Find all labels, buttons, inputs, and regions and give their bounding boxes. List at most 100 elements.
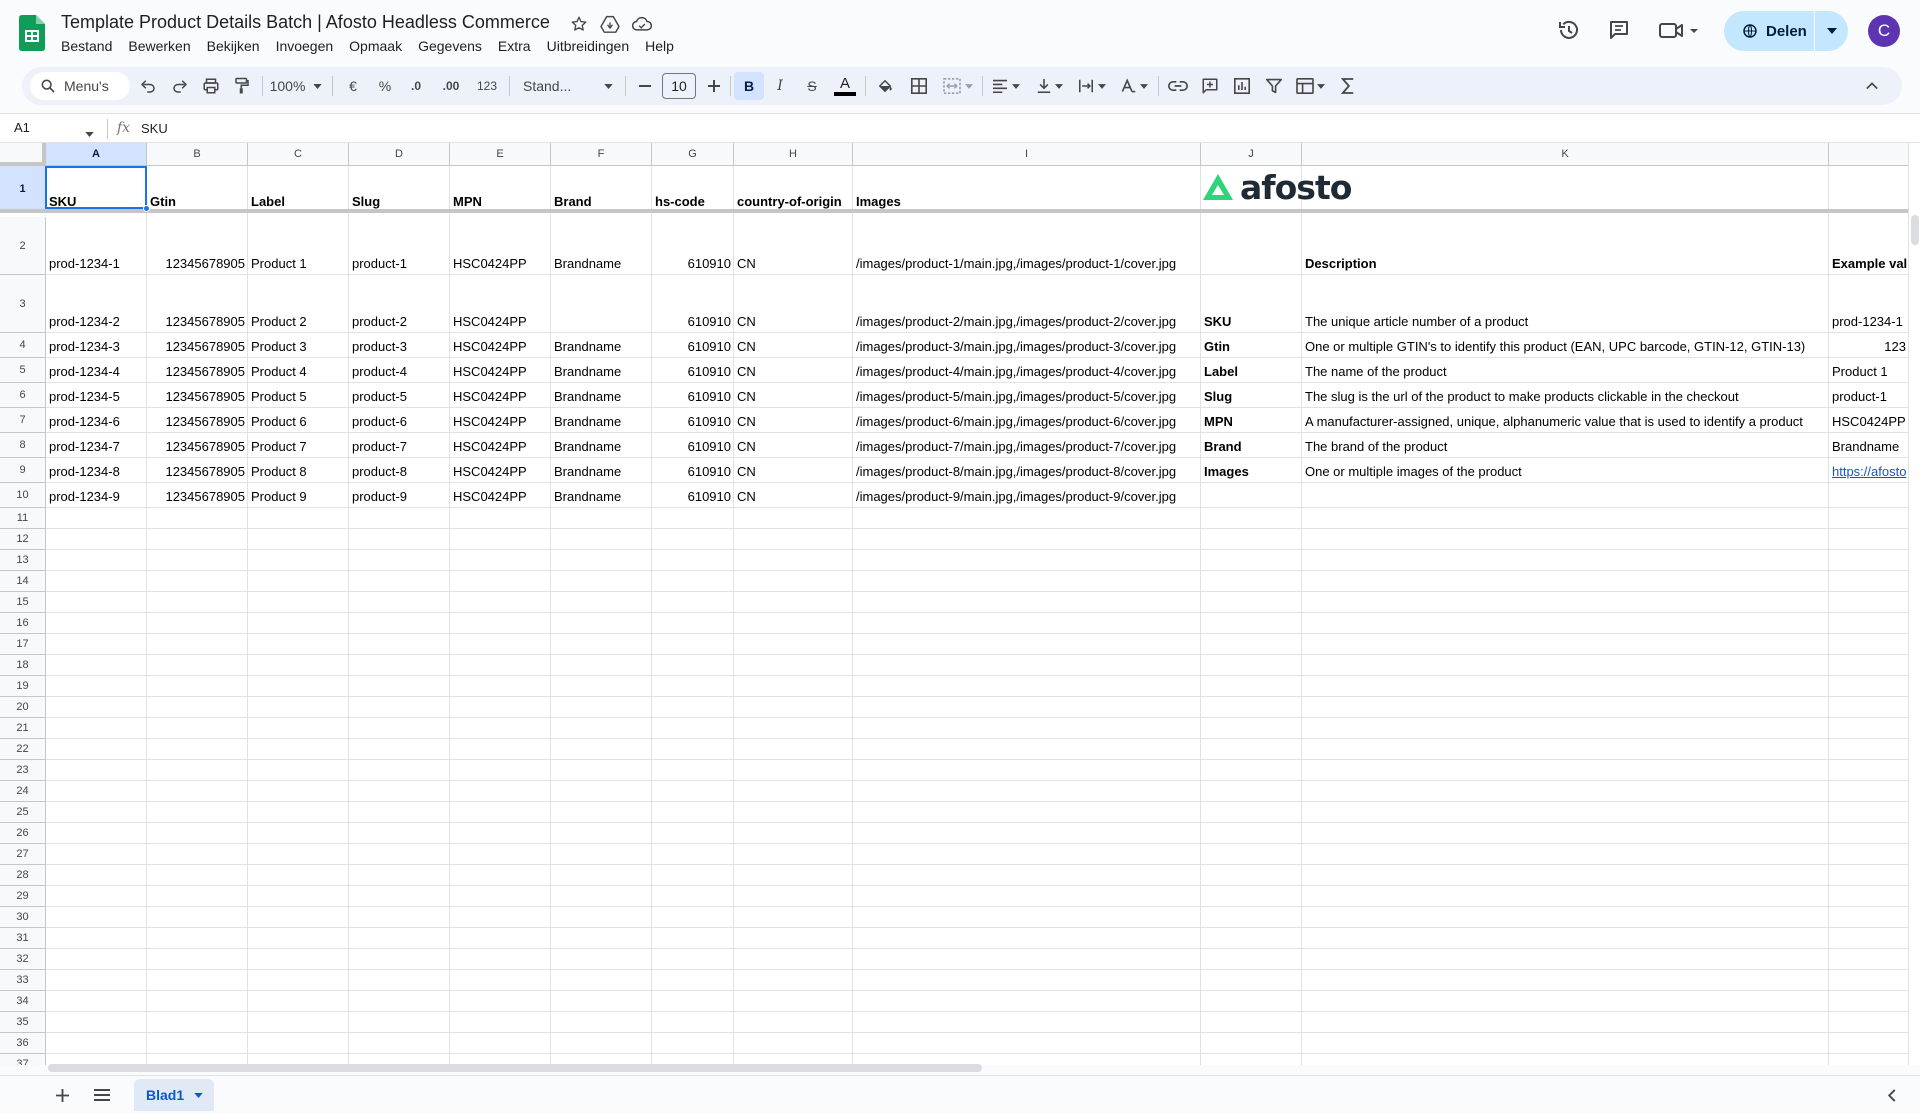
- bold-button[interactable]: B: [734, 72, 764, 100]
- product-cell[interactable]: Product 4: [248, 364, 349, 380]
- menu-uitbreidingen[interactable]: Uitbreidingen: [547, 38, 630, 54]
- product-cell[interactable]: product-8: [349, 464, 450, 480]
- product-cell[interactable]: 610910: [652, 339, 734, 355]
- legend-example-cell[interactable]: product-1: [1829, 389, 1908, 405]
- product-cell[interactable]: CN: [734, 364, 853, 380]
- row-header[interactable]: 1: [0, 166, 46, 213]
- product-cell[interactable]: product-7: [349, 439, 450, 455]
- product-cell[interactable]: Product 9: [248, 489, 349, 505]
- menu-extra[interactable]: Extra: [498, 38, 531, 54]
- row-header[interactable]: 35: [0, 1012, 46, 1033]
- row-header[interactable]: 8: [0, 433, 46, 458]
- product-cell[interactable]: /images/product-1/main.jpg,/images/produ…: [853, 256, 1201, 272]
- legend-description-header[interactable]: Description: [1302, 256, 1829, 272]
- paint-format-icon[interactable]: [228, 72, 256, 100]
- row-header[interactable]: 27: [0, 844, 46, 865]
- row-header[interactable]: 3: [0, 275, 46, 333]
- legend-field-cell[interactable]: MPN: [1201, 414, 1302, 430]
- product-cell[interactable]: 12345678905: [147, 464, 248, 480]
- vertical-scrollbar-thumb[interactable]: [1911, 215, 1919, 245]
- font-size-increase-button[interactable]: [702, 72, 726, 100]
- text-wrapping-icon[interactable]: [1074, 72, 1110, 100]
- product-cell[interactable]: prod-1234-4: [46, 364, 147, 380]
- fill-handle[interactable]: [143, 205, 150, 212]
- cloud-saved-icon[interactable]: [632, 14, 652, 34]
- menu-opmaak[interactable]: Opmaak: [349, 38, 402, 54]
- product-cell[interactable]: CN: [734, 414, 853, 430]
- product-cell[interactable]: Brandname: [551, 339, 652, 355]
- product-cell[interactable]: /images/product-3/main.jpg,/images/produ…: [853, 339, 1201, 355]
- column-header-b[interactable]: B: [147, 143, 248, 166]
- product-cell[interactable]: Product 7: [248, 439, 349, 455]
- product-cell[interactable]: Product 2: [248, 314, 349, 330]
- row-header[interactable]: 36: [0, 1033, 46, 1054]
- row-header[interactable]: 17: [0, 634, 46, 655]
- product-cell[interactable]: CN: [734, 439, 853, 455]
- legend-description-cell[interactable]: One or multiple GTIN's to identify this …: [1302, 339, 1829, 355]
- menu-bestand[interactable]: Bestand: [61, 38, 112, 54]
- collapse-toolbar-icon[interactable]: [1858, 72, 1886, 100]
- legend-field-cell[interactable]: Slug: [1201, 389, 1302, 405]
- row-header[interactable]: 34: [0, 991, 46, 1012]
- product-cell[interactable]: HSC0424PP: [450, 256, 551, 272]
- legend-field-cell[interactable]: SKU: [1201, 314, 1302, 330]
- format-percent-button[interactable]: %: [372, 72, 398, 100]
- insert-comment-icon[interactable]: [1196, 72, 1224, 100]
- product-cell[interactable]: prod-1234-5: [46, 389, 147, 405]
- legend-example-cell[interactable]: Product 1: [1829, 364, 1908, 380]
- more-formats-button[interactable]: 123: [471, 72, 503, 100]
- row-header[interactable]: 4: [0, 333, 46, 358]
- row-header[interactable]: 16: [0, 613, 46, 634]
- product-cell[interactable]: 610910: [652, 464, 734, 480]
- product-cell[interactable]: prod-1234-3: [46, 339, 147, 355]
- product-cell[interactable]: 610910: [652, 314, 734, 330]
- product-cell[interactable]: /images/product-8/main.jpg,/images/produ…: [853, 464, 1201, 480]
- product-cell[interactable]: 12345678905: [147, 339, 248, 355]
- all-sheets-icon[interactable]: [92, 1085, 112, 1105]
- filter-icon[interactable]: [1260, 72, 1288, 100]
- row-header[interactable]: 23: [0, 760, 46, 781]
- header-cell[interactable]: hs-code: [652, 194, 734, 210]
- name-box[interactable]: A1: [14, 120, 30, 135]
- header-cell[interactable]: Slug: [349, 194, 450, 210]
- horizontal-scrollbar-thumb[interactable]: [48, 1064, 982, 1072]
- product-cell[interactable]: 610910: [652, 389, 734, 405]
- product-cell[interactable]: prod-1234-8: [46, 464, 147, 480]
- legend-field-cell[interactable]: Images: [1201, 464, 1302, 480]
- product-cell[interactable]: /images/product-7/main.jpg,/images/produ…: [853, 439, 1201, 455]
- product-cell[interactable]: HSC0424PP: [450, 414, 551, 430]
- row-header[interactable]: 24: [0, 781, 46, 802]
- chevron-down-icon[interactable]: [85, 124, 94, 142]
- product-cell[interactable]: HSC0424PP: [450, 464, 551, 480]
- menu-gegevens[interactable]: Gegevens: [418, 38, 482, 54]
- menu-bewerken[interactable]: Bewerken: [128, 38, 190, 54]
- product-cell[interactable]: /images/product-4/main.jpg,/images/produ…: [853, 364, 1201, 380]
- product-cell[interactable]: 610910: [652, 256, 734, 272]
- sheet-tab-blad1[interactable]: Blad1: [134, 1079, 214, 1111]
- column-header-f[interactable]: F: [551, 143, 652, 166]
- header-cell[interactable]: Gtin: [147, 194, 248, 210]
- legend-field-cell[interactable]: Gtin: [1201, 339, 1302, 355]
- product-cell[interactable]: Product 5: [248, 389, 349, 405]
- font-size-decrease-button[interactable]: [633, 72, 657, 100]
- legend-example-cell[interactable]: https://afosto: [1829, 464, 1908, 480]
- version-history-icon[interactable]: [1555, 16, 1583, 44]
- functions-icon[interactable]: [1334, 72, 1362, 100]
- row-header[interactable]: 6: [0, 383, 46, 408]
- sheet-grid[interactable]: ABCDEFGHIJK 1 2 3 4 5 6 7 8 9 10 11 12 13 14 15 16 17 18 1…: [0, 143, 1908, 1065]
- legend-example-cell[interactable]: 123: [1829, 339, 1908, 355]
- legend-description-cell[interactable]: The slug is the url of the product to ma…: [1302, 389, 1829, 405]
- legend-description-cell[interactable]: One or multiple images of the product: [1302, 464, 1829, 480]
- legend-example-cell[interactable]: prod-1234-1: [1829, 314, 1908, 330]
- strikethrough-button[interactable]: S: [799, 72, 825, 100]
- side-panel-toggle-icon[interactable]: [1882, 1085, 1902, 1105]
- italic-button[interactable]: I: [767, 72, 793, 100]
- product-cell[interactable]: 12345678905: [147, 439, 248, 455]
- product-cell[interactable]: CN: [734, 339, 853, 355]
- header-cell[interactable]: Brand: [551, 194, 652, 210]
- row-header[interactable]: 11: [0, 508, 46, 529]
- product-cell[interactable]: product-3: [349, 339, 450, 355]
- product-cell[interactable]: prod-1234-2: [46, 314, 147, 330]
- formula-input[interactable]: SKU: [141, 121, 168, 136]
- sheets-logo-icon[interactable]: [19, 15, 45, 51]
